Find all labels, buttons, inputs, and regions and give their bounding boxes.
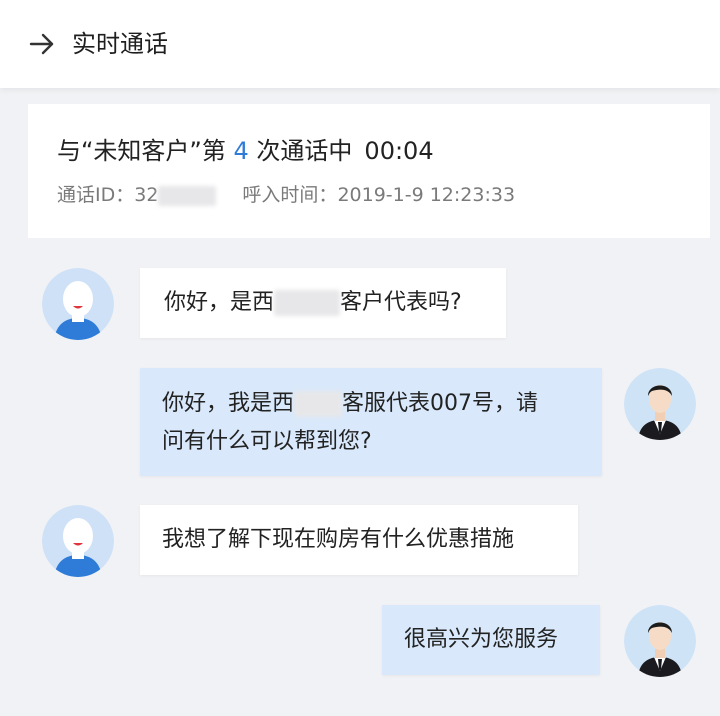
message-customer-1: 你好，是西 客户代表吗? bbox=[140, 268, 506, 338]
call-title-suffix: 次通话中 bbox=[248, 137, 353, 165]
top-bar: 实时通话 bbox=[0, 0, 720, 88]
call-time-label: 呼入时间： bbox=[242, 184, 338, 206]
message-text: 很高兴为您服务 bbox=[404, 627, 559, 652]
redacted-text bbox=[274, 290, 341, 316]
agent-avatar-icon bbox=[624, 605, 696, 677]
agent-avatar bbox=[624, 368, 696, 440]
call-status-title: 与“未知客户”第 4 次通话中 00:04 bbox=[57, 134, 434, 168]
agent-avatar bbox=[624, 605, 696, 677]
call-id-label: 通话ID： bbox=[57, 184, 135, 206]
message-text: 你好，是西 bbox=[164, 290, 275, 315]
message-agent-1: 你好，我是西 客服代表007号，请 问有什么可以帮到您? bbox=[140, 368, 602, 476]
message-customer-2: 我想了解下现在购房有什么优惠措施 bbox=[140, 505, 578, 575]
call-id-value: 32 bbox=[134, 184, 159, 206]
call-time-value: 2019-1-9 12:23:33 bbox=[337, 184, 516, 206]
customer-avatar bbox=[42, 268, 114, 340]
message-text: 客户代表吗? bbox=[340, 290, 462, 315]
customer-avatar-icon bbox=[42, 268, 114, 340]
message-text: 客服代表007号，请 bbox=[342, 391, 539, 416]
customer-avatar-icon bbox=[42, 505, 114, 577]
call-info-card: 与“未知客户”第 4 次通话中 00:04 通话ID：32 呼入时间：2019-1-… bbox=[28, 104, 710, 238]
message-agent-2: 很高兴为您服务 bbox=[382, 605, 600, 675]
customer-avatar bbox=[42, 505, 114, 577]
call-meta: 通话ID：32 呼入时间：2019-1-9 12:23:33 bbox=[57, 180, 515, 210]
message-text: 问有什么可以帮到您? bbox=[162, 429, 372, 454]
call-count: 4 bbox=[233, 137, 249, 165]
page-title: 实时通话 bbox=[72, 30, 168, 58]
agent-avatar-icon bbox=[624, 368, 696, 440]
arrow-right-icon[interactable] bbox=[28, 30, 56, 58]
call-id-redacted bbox=[158, 185, 217, 206]
redacted-text bbox=[294, 391, 343, 417]
call-timer: 00:04 bbox=[364, 137, 434, 165]
message-text: 你好，我是西 bbox=[162, 391, 295, 416]
call-title-prefix: 与“未知客户”第 bbox=[57, 137, 234, 165]
message-text: 我想了解下现在购房有什么优惠措施 bbox=[162, 527, 515, 552]
